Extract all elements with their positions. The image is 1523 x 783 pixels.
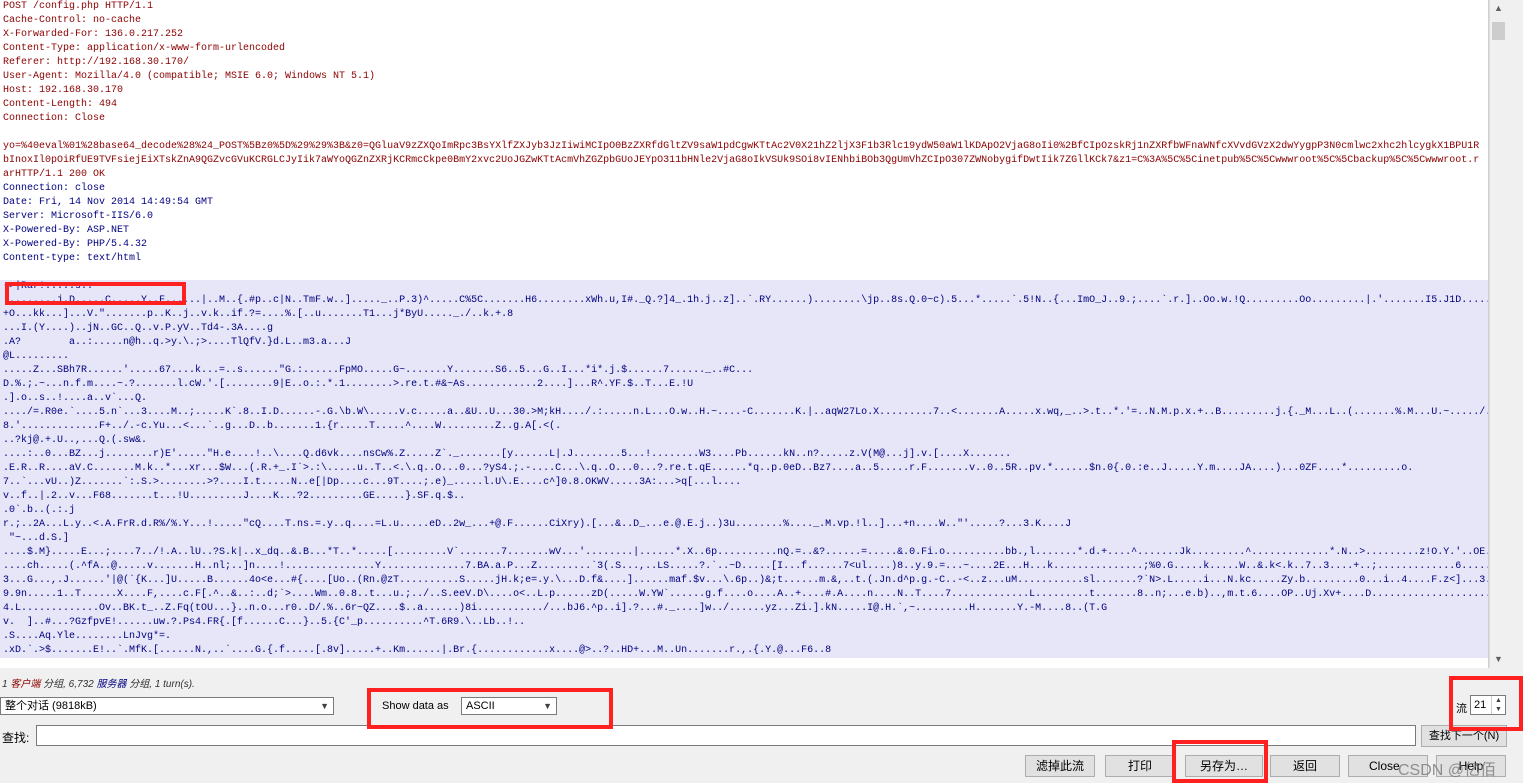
summary-middle: 分组, 6,732	[40, 679, 97, 690]
request-header-line: Content-Type: application/x-www-form-url…	[3, 43, 286, 54]
binary-data-line: +O...kk...]...V.".......p..K..j..v.k..if…	[0, 308, 1488, 322]
spinner-arrows-icon[interactable]: ▲ ▼	[1491, 696, 1505, 714]
request-header-line: Host: 192.168.30.170	[3, 85, 124, 96]
binary-data-line: 4.L.............Ov..BK.t_..Z.Fq(tOU...}.…	[0, 602, 1488, 616]
rar-header-line: ->|Rar!.....s..	[0, 280, 1488, 294]
save-as-button[interactable]: 另存为…	[1185, 755, 1263, 777]
chevron-down-icon: ▼	[320, 701, 329, 711]
find-next-button[interactable]: 查找下一个(N)	[1421, 725, 1507, 747]
stream-summary: 1 客户端 分组, 6,732 服务器 分组, 1 turn(s).	[2, 675, 195, 690]
binary-data-line: ....ch.....(.^fA..@.....v.......H..nl;..…	[0, 560, 1488, 574]
binary-data-line: .].o..s..!....a..v`...Q.	[0, 392, 1488, 406]
vertical-scrollbar[interactable]: ▲ ▼	[1489, 0, 1507, 668]
find-label: 查找:	[2, 731, 30, 745]
scroll-thumb[interactable]	[1492, 22, 1505, 40]
binary-data-line: ....$.M}.....E...;....7../!.A..lU..?S.k|…	[0, 546, 1488, 560]
summary-suffix: 分组, 1 turn(s).	[126, 679, 195, 690]
binary-data-line: .E.R..R....aV.C.......M.k..*...xr...$W..…	[0, 462, 1488, 476]
binary-data-line: .S....Aq.Yle........LnJvg*=.	[0, 630, 1488, 644]
response-header-line: Content-type: text/html	[3, 253, 142, 264]
back-button[interactable]: 返回	[1270, 755, 1340, 777]
show-data-as-value: ASCII	[466, 700, 495, 712]
request-body-line: yo=%40eval%01%28base64_decode%28%24_POST…	[3, 141, 1480, 152]
binary-data-line: 7..`...vU..)Z.......`:.S.>........>?....…	[0, 476, 1488, 490]
print-button[interactable]: 打印	[1105, 755, 1175, 777]
response-header-line: X-Powered-By: PHP/5.4.32	[3, 239, 148, 250]
binary-data-line: .0`.b..(.:.j	[0, 504, 1488, 518]
stream-label: 流	[1456, 703, 1467, 715]
stream-number-spinner[interactable]: 21 ▲ ▼	[1470, 695, 1506, 715]
binary-data-line: .A? a..:.....n@h..q.>y.\.;>....TlQfV.}d.…	[0, 336, 1488, 350]
request-header-line: User-Agent: Mozilla/4.0 (compatible; MSI…	[3, 71, 376, 82]
binary-data-line: 3...G...,.J......'|@(`{K...]U.....B.....…	[0, 574, 1488, 588]
response-header-line: X-Powered-By: ASP.NET	[3, 225, 130, 236]
scroll-down-arrow-icon[interactable]: ▼	[1490, 651, 1507, 668]
binary-data-line: D.%.;.~...n.f.m....~.?.......l.cW.'.[...…	[0, 378, 1488, 392]
filter-stream-button[interactable]: 滤掉此流	[1025, 755, 1095, 777]
binary-data-line: ..../=.R0e.`....5.n`...3....M..;.....K`.…	[0, 406, 1488, 420]
scroll-up-arrow-icon[interactable]: ▲	[1490, 0, 1507, 17]
request-header-line: Connection: Close	[3, 113, 106, 124]
watermark: CSDN @亿佰	[1398, 762, 1497, 779]
binary-data-line: v. ]..#...?GzfpvE!......uw.?.Ps4.FR{.[f.…	[0, 616, 1488, 630]
binary-data-line: r.;..2A...L.y..<.A.FrR.d.R%/%.Y...!.....…	[0, 518, 1488, 532]
request-header-line: X-Forwarded-For: 136.0.217.252	[3, 29, 184, 40]
request-header-line: Cache-Control: no-cache	[3, 15, 142, 26]
chevron-down-icon: ▼	[543, 701, 552, 711]
request-header-line: Content-Length: 494	[3, 99, 118, 110]
conversation-select[interactable]: 整个对话 (9818kB) ▼	[0, 697, 334, 715]
binary-data-line: "~...d.S.]	[0, 532, 1488, 546]
binary-data-line: 9.9n.....1..T......X....F,....c.F[.^..&.…	[0, 588, 1488, 602]
binary-data-line: .....Z...SBh7R......'.....67....k...=..s…	[0, 364, 1488, 378]
show-data-as-select[interactable]: ASCII ▼	[461, 697, 557, 715]
request-header-line: POST /config.php HTTP/1.1	[3, 1, 154, 12]
stream-content-pane[interactable]: POST /config.php HTTP/1.1 Cache-Control: …	[0, 0, 1489, 668]
request-header-line: Referer: http://192.168.30.170/	[3, 57, 190, 68]
binary-data-line: ...I.(Y....)..jN..GC..Q..v.P.yV..Td4-.3A…	[0, 322, 1488, 336]
binary-data-line: 8.'.............F+../.-c.Yu...<...`..g..…	[0, 420, 1488, 434]
response-header-line: Connection: close	[3, 183, 106, 194]
response-header-line: Date: Fri, 14 Nov 2014 14:49:54 GMT	[3, 197, 214, 208]
find-input[interactable]	[36, 725, 1416, 746]
conversation-select-value: 整个对话 (9818kB)	[5, 700, 97, 712]
summary-client-label: 客户端	[10, 679, 41, 690]
binary-data-line: v..f..|.2..v...F68.......t...!U.........…	[0, 490, 1488, 504]
summary-server-label: 服务器	[96, 679, 127, 690]
binary-data-line: .........j.D.....C.....Y..F......|..M..{…	[0, 294, 1488, 308]
binary-data-line: @L.........	[0, 350, 1488, 364]
response-header-line: Server: Microsoft-IIS/6.0	[3, 211, 154, 222]
binary-data-line: ....:..0...BZ...j........r)E'....."H.e..…	[0, 448, 1488, 462]
stream-number-value: 21	[1474, 699, 1487, 711]
request-body-line: bInoxIl0pOiRfUE9TVFsiejEiXTskZnA9QGZvcGV…	[3, 155, 1480, 166]
show-data-label: Show data as	[382, 700, 449, 712]
binary-data-line: .xD.`.>$.......E!..`.MfK.[......N.,..`..…	[0, 644, 1488, 658]
binary-data-line: ..?kj@.+.U..,...Q.(.sw&.	[0, 434, 1488, 448]
request-body-line: arHTTP/1.1 200 OK	[3, 169, 106, 180]
